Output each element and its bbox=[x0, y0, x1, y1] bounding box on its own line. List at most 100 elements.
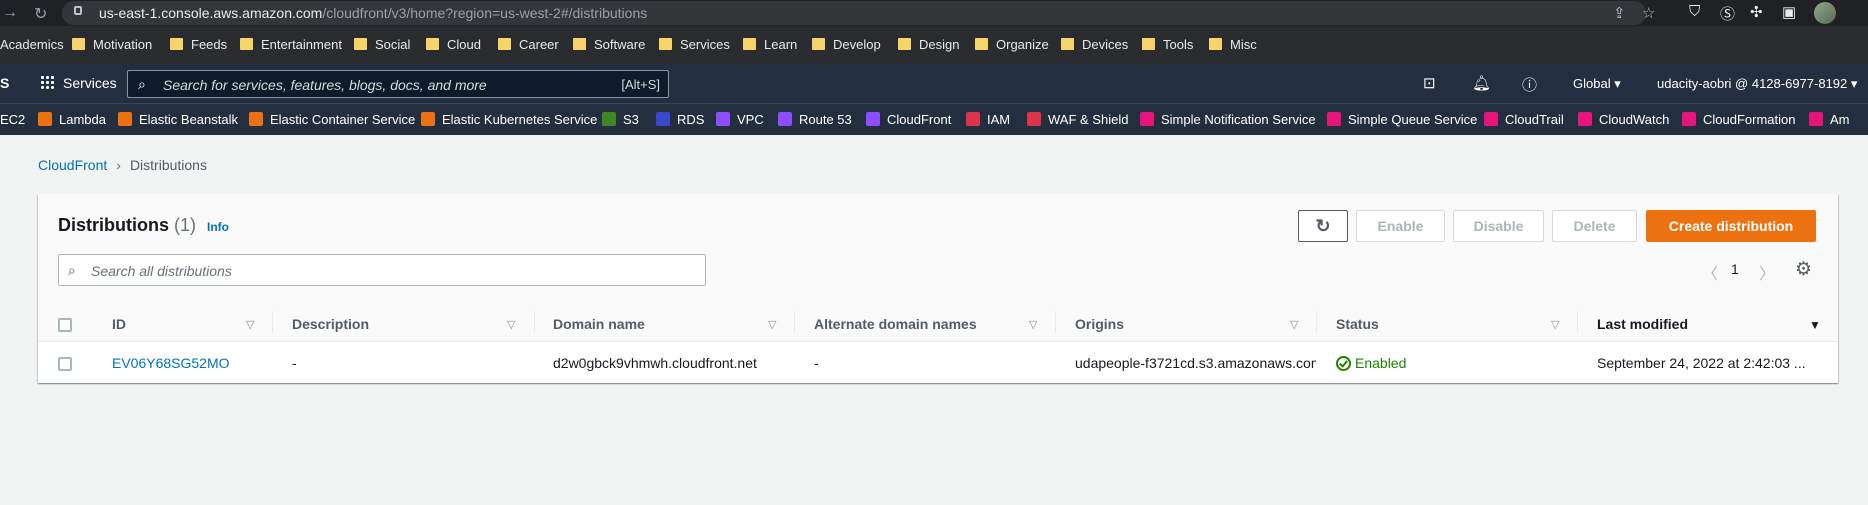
previous-page-icon[interactable]: 〈 bbox=[1702, 260, 1718, 284]
cloudshell-icon[interactable]: ⊡ bbox=[1423, 74, 1436, 92]
favorite-rds[interactable]: RDS bbox=[656, 112, 704, 127]
distribution-search-input[interactable]: ⌕ Search all distributions bbox=[58, 254, 706, 286]
favorite-cloudwatch[interactable]: CloudWatch bbox=[1578, 112, 1669, 127]
disable-button[interactable]: Disable bbox=[1453, 210, 1544, 242]
folder-icon bbox=[240, 38, 253, 50]
profile-avatar[interactable] bbox=[1814, 2, 1836, 24]
url-text[interactable]: us-east-1.console.aws.amazon.com/cloudfr… bbox=[99, 5, 647, 21]
vpc-icon bbox=[716, 112, 730, 126]
cloudtrail-icon bbox=[1484, 112, 1498, 126]
service-icon bbox=[1809, 112, 1823, 126]
notifications-bell-icon[interactable]: 🔔︎ bbox=[1472, 74, 1491, 92]
sort-icon[interactable]: ▽ bbox=[1290, 318, 1298, 331]
sort-icon[interactable]: ▽ bbox=[768, 318, 776, 331]
bookmark-star-icon[interactable]: ☆ bbox=[1642, 4, 1655, 22]
favorite-sns[interactable]: Simple Notification Service bbox=[1140, 112, 1316, 127]
help-icon[interactable]: ⓘ bbox=[1522, 74, 1537, 95]
favorite-ec2[interactable]: EC2 bbox=[0, 112, 25, 127]
distribution-id-link[interactable]: EV06Y68SG52MO bbox=[112, 355, 262, 371]
favorite-s3[interactable]: S3 bbox=[602, 112, 639, 127]
column-header-last-modified[interactable]: Last modified bbox=[1597, 316, 1688, 332]
bookmark-tools[interactable]: Tools bbox=[1142, 37, 1193, 52]
bookmark-motivation[interactable]: Motivation bbox=[72, 37, 152, 52]
refresh-button[interactable]: ↻ bbox=[1298, 210, 1348, 242]
favorite-elastic-beanstalk[interactable]: Elastic Beanstalk bbox=[118, 112, 238, 127]
bookmark-social[interactable]: Social bbox=[354, 37, 410, 52]
select-all-checkbox[interactable] bbox=[58, 318, 72, 332]
bookmark-cloud[interactable]: Cloud bbox=[426, 37, 481, 52]
column-divider[interactable] bbox=[794, 311, 795, 333]
column-divider[interactable] bbox=[1577, 311, 1578, 333]
breadcrumb-cloudfront[interactable]: CloudFront bbox=[38, 157, 107, 173]
sort-icon[interactable]: ▽ bbox=[1029, 318, 1037, 331]
gear-icon[interactable]: ⚙ bbox=[1795, 258, 1812, 281]
sns-icon bbox=[1140, 112, 1154, 126]
breadcrumb-current: Distributions bbox=[129, 157, 207, 173]
bookmark-feeds[interactable]: Feeds bbox=[170, 37, 227, 52]
bookmark-entertainment[interactable]: Entertainment bbox=[240, 37, 342, 52]
column-divider[interactable] bbox=[534, 311, 535, 333]
aws-logo[interactable]: S bbox=[0, 75, 9, 91]
bookmark-organize[interactable]: Organize bbox=[975, 37, 1049, 52]
column-divider[interactable] bbox=[1055, 311, 1056, 333]
global-search-input[interactable]: ⌕ Search for services, features, blogs, … bbox=[127, 70, 669, 98]
row-checkbox[interactable] bbox=[58, 357, 72, 371]
extension-shield-icon[interactable]: ⛉ bbox=[1689, 3, 1700, 20]
column-header-alternate-domain-names[interactable]: Alternate domain names bbox=[814, 316, 977, 332]
bookmark-academics[interactable]: Academics bbox=[0, 37, 64, 52]
favorite-waf-shield[interactable]: WAF & Shield bbox=[1027, 112, 1128, 127]
bookmark-devices[interactable]: Devices bbox=[1061, 37, 1128, 52]
column-divider[interactable] bbox=[272, 311, 273, 333]
page-number[interactable]: 1 bbox=[1731, 261, 1739, 277]
extension-s-icon[interactable]: Ⓢ bbox=[1720, 3, 1735, 24]
favorite-cloudformation[interactable]: CloudFormation bbox=[1682, 112, 1796, 127]
side-panel-icon[interactable]: ▣ bbox=[1782, 3, 1796, 21]
next-page-icon[interactable]: 〉 bbox=[1759, 260, 1775, 284]
sort-icon[interactable]: ▽ bbox=[1551, 318, 1559, 331]
info-link[interactable]: Info bbox=[207, 220, 229, 234]
extensions-puzzle-icon[interactable]: ✣ bbox=[1750, 3, 1763, 21]
forward-icon[interactable]: → bbox=[2, 4, 18, 22]
enable-button[interactable]: Enable bbox=[1356, 210, 1445, 242]
bookmark-misc[interactable]: Misc bbox=[1209, 37, 1257, 52]
favorite-cloudfront[interactable]: CloudFront bbox=[866, 112, 951, 127]
column-header-description[interactable]: Description bbox=[292, 316, 369, 332]
bookmark-services[interactable]: Services bbox=[659, 37, 730, 52]
page-title: Distributions (1) bbox=[58, 215, 197, 235]
bookmark-software[interactable]: Software bbox=[573, 37, 645, 52]
column-divider[interactable] bbox=[1316, 311, 1317, 333]
region-selector[interactable]: Global ▾ bbox=[1573, 76, 1621, 92]
account-menu[interactable]: udacity-aobri @ 4128-6977-8192 ▾ bbox=[1657, 76, 1857, 92]
favorite-cloudtrail[interactable]: CloudTrail bbox=[1484, 112, 1564, 127]
folder-icon bbox=[812, 38, 825, 50]
sort-icon[interactable]: ▽ bbox=[507, 318, 515, 331]
favorite-am[interactable]: Am bbox=[1809, 112, 1850, 127]
favorite-route53[interactable]: Route 53 bbox=[778, 112, 852, 127]
services-menu-button[interactable]: Services bbox=[40, 75, 117, 91]
address-bar[interactable]: us-east-1.console.aws.amazon.com/cloudfr… bbox=[62, 1, 1655, 25]
column-header-domain-name[interactable]: Domain name bbox=[553, 316, 645, 332]
favorite-ecs[interactable]: Elastic Container Service bbox=[249, 112, 415, 127]
sort-descending-icon[interactable]: ▼ bbox=[1809, 318, 1821, 332]
bookmark-learn[interactable]: Learn bbox=[743, 37, 797, 52]
bookmark-develop[interactable]: Develop bbox=[812, 37, 881, 52]
favorite-eks[interactable]: Elastic Kubernetes Service bbox=[421, 112, 597, 127]
sort-icon[interactable]: ▽ bbox=[246, 318, 254, 331]
refresh-icon: ↻ bbox=[1315, 216, 1331, 236]
column-header-id[interactable]: ID bbox=[112, 316, 126, 332]
reload-icon[interactable]: ↻ bbox=[34, 4, 47, 24]
search-shortcut: [Alt+S] bbox=[621, 77, 660, 92]
favorite-sqs[interactable]: Simple Queue Service bbox=[1327, 112, 1477, 127]
column-header-origins[interactable]: Origins bbox=[1075, 316, 1124, 332]
create-distribution-button[interactable]: Create distribution bbox=[1646, 210, 1816, 242]
delete-button[interactable]: Delete bbox=[1552, 210, 1637, 242]
favorite-vpc[interactable]: VPC bbox=[716, 112, 764, 127]
favorite-iam[interactable]: IAM bbox=[966, 112, 1010, 127]
share-icon[interactable]: ⇪ bbox=[1613, 4, 1626, 22]
cloudwatch-icon bbox=[1578, 112, 1592, 126]
bookmark-design[interactable]: Design bbox=[898, 37, 959, 52]
column-header-status[interactable]: Status bbox=[1336, 316, 1379, 332]
chevron-right-icon: › bbox=[116, 157, 121, 173]
bookmark-career[interactable]: Career bbox=[498, 37, 559, 52]
favorite-lambda[interactable]: Lambda bbox=[38, 112, 106, 127]
